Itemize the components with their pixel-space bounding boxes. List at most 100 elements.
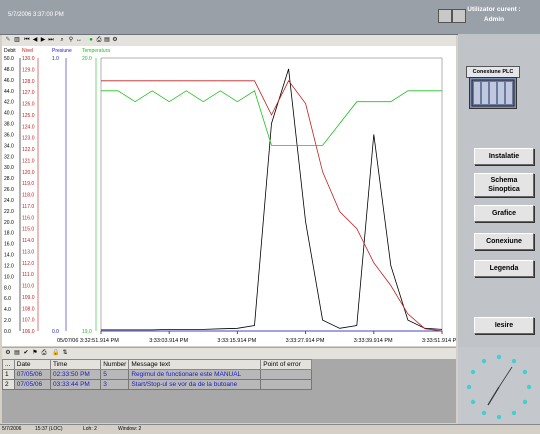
y-tick-label: 121.0 [22,158,35,164]
y-tick-label: 114.0 [22,238,34,244]
row-date: 07/05/06 [13,379,51,390]
y-tick-label: 22.0 [4,209,14,215]
user-name: Admin [483,16,505,23]
prev-icon[interactable]: ◀ [32,37,38,43]
y-tick-label: 30.0 [4,165,14,171]
status-date: 5/7/2006 [2,426,22,432]
start-icon[interactable]: ● [88,37,94,43]
y-tick-label: 16.0 [4,242,14,248]
last-icon[interactable]: ⏭ [48,37,54,43]
y-tick-label: 120.0 [22,170,35,176]
clock-mark [511,410,517,416]
clock-mark [481,358,487,364]
user-icon[interactable] [438,9,452,23]
row-poe [260,379,312,390]
legenda-button[interactable]: Legenda [474,260,534,277]
y-tick-label: 126.0 [22,102,35,108]
datetime-label: 5/7/2006 3:37:00 PM [8,12,64,18]
y-tick-label: 111.0 [22,272,34,278]
y-tick-label: 50.0 [4,56,14,62]
y-tick-label: 48.0 [4,67,14,73]
y-tick-label: 2.0 [4,318,11,324]
status-loh: Loh: 2 [83,426,97,432]
y-tick-label: 19.0 [82,329,92,335]
row-time: 03:33:44 PM [49,379,102,390]
zoom-icon[interactable]: ⌕ [59,37,65,43]
axis-title-debit: Debit [4,48,16,54]
print-icon[interactable]: ⎙ [96,37,102,43]
y-tick-label: 118.0 [22,193,34,199]
y-tick-label: 115.0 [22,227,34,233]
table-row[interactable]: 2 07/05/06 03:33:44 PM 3 Start/Stop-ul s… [2,379,312,390]
trend-chart[interactable]: Debit 50.0 48.0 46.0 44.0 42.0 40.0 38.0 36.0 34.… [2,46,456,346]
top-bar: 5/7/2006 3:37:00 PM Utilizator curent : … [0,0,540,35]
msg-ack-icon[interactable]: ✔ [23,350,29,356]
msg-lock-icon[interactable]: 🔒 [52,350,59,356]
row-poe [260,369,312,380]
col-date[interactable]: Date [13,359,51,370]
y-tick-label: 123.0 [22,136,35,142]
y-tick-label: 28.0 [4,176,14,182]
clock-mark [526,384,532,390]
y-tick-label: 14.0 [4,253,14,259]
msg-filter-icon[interactable]: ⚑ [32,350,38,356]
msg-print-icon[interactable]: ⎙ [41,350,47,356]
y-tick-label: 6.0 [4,296,11,302]
clock-panel [458,347,540,427]
x-tick-label: 3:33:27.914 PM [286,338,325,344]
first-icon[interactable]: ⏮ [24,37,30,43]
y-tick-label: 109.0 [22,295,35,301]
col-number[interactable]: Number [100,359,130,370]
col-time[interactable]: Time [49,359,102,370]
export-icon[interactable]: ▤ [104,37,110,43]
user-label: Utilizator curent : [467,6,521,13]
table-row[interactable]: 1 07/05/06 02:33:50 PM 5 Regimul de func… [2,369,312,380]
clock-mark [496,354,502,360]
col-poe[interactable]: Point of error [260,359,312,370]
y-tick-label: 0.0 [52,329,59,335]
row-message: Regimul de functionare este MANUAL [128,369,262,380]
message-table: ... Date Time Number Message text Point … [2,359,456,423]
y-tick-label: 113.0 [22,249,34,255]
y-tick-label: 127.0 [22,90,35,96]
x-tick-label: 05/07/06 3:32:51.914 PM [57,338,119,344]
conexiune-button[interactable]: Conexiune [474,233,534,250]
y-tick-label: 24.0 [4,198,14,204]
msg-list-icon[interactable]: ▤ [14,350,20,356]
scroll-icon[interactable]: ↔ [76,37,82,43]
status-window: Window: 2 [118,426,142,432]
y-tick-label: 20.0 [82,56,92,62]
next-icon[interactable]: ▶ [40,37,46,43]
iesire-button[interactable]: Iesire [474,317,534,334]
row-index: 1 [2,369,15,380]
x-tick-label: 3:33:51.914 PM [422,338,456,344]
settings-icon[interactable]: ⚙ [112,37,118,43]
y-tick-label: 1.0 [52,56,59,62]
y-tick-label: 117.0 [22,204,34,210]
y-tick-label: 0.0 [4,329,11,335]
col-message[interactable]: Message text [128,359,262,370]
plc-icon [469,77,517,109]
zoom-out-icon[interactable]: ⚲ [68,37,74,43]
y-tick-label: 36.0 [4,132,14,138]
clock-mark [470,399,476,405]
axis-title-temperatura: Temperatura [82,48,110,54]
instalatie-button[interactable]: Instalatie [474,148,534,165]
y-tick-label: 10.0 [4,274,14,280]
y-tick-label: 107.0 [22,318,35,324]
schema-sinoptica-button[interactable]: Schema Sinoptica [474,173,534,197]
x-tick-label: 3:33:03.914 PM [149,338,188,344]
ruler-icon[interactable]: ▥ [14,37,20,43]
clock-mark [481,410,487,416]
config-icon[interactable]: ✎ [5,37,11,43]
msg-sort-icon[interactable]: ⇅ [62,350,68,356]
clock-mark [511,358,517,364]
msg-config-icon[interactable]: ⚙ [5,350,11,356]
y-tick-label: 40.0 [4,111,14,117]
axis-title-presiune: Presiune [52,48,72,54]
y-tick-label: 20.0 [4,220,14,226]
grafice-button[interactable]: Grafice [474,205,534,222]
clock-mark [522,369,528,375]
y-tick-label: 44.0 [4,89,14,95]
row-number: 3 [100,379,130,390]
